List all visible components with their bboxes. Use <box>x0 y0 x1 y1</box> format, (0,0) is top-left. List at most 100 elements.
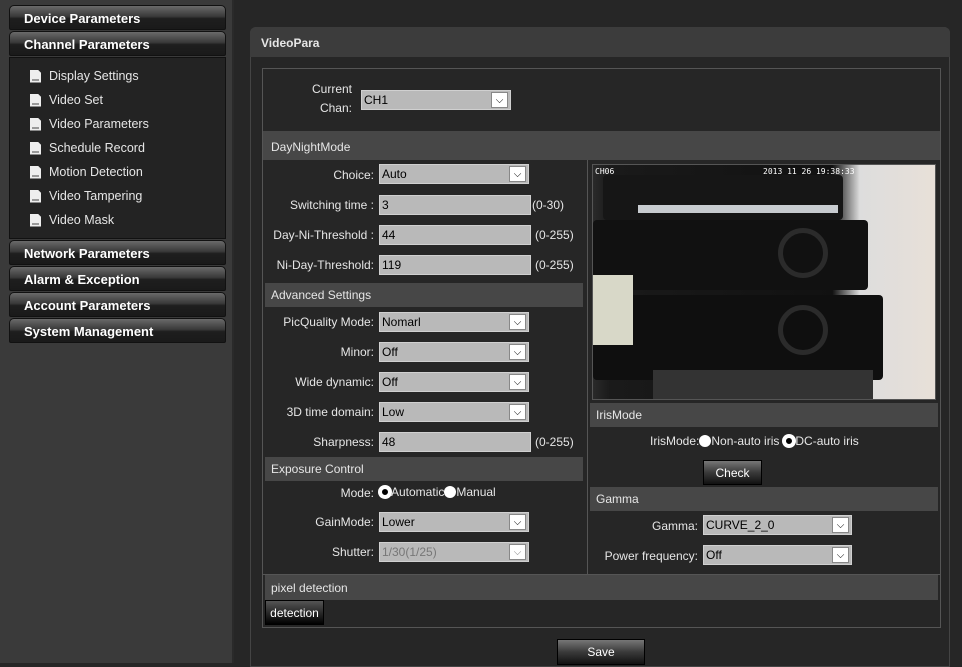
gamma-header: Gamma <box>590 487 938 511</box>
item-label: Video Set <box>49 93 103 107</box>
chevron-down-icon: ⌵ <box>509 314 526 330</box>
nav-account-parameters[interactable]: Account Parameters <box>9 292 226 317</box>
document-icon <box>30 189 41 203</box>
exposure-control-header: Exposure Control <box>265 457 583 481</box>
document-icon <box>30 213 41 227</box>
chevron-down-icon: ⌵ <box>509 166 526 182</box>
radio-label: DC-auto iris <box>795 434 859 448</box>
irismode-row: IrisMode: Non-auto iris DC-auto iris <box>650 434 859 448</box>
choice-label: Choice: <box>333 168 374 182</box>
daynight-header: DayNightMode <box>263 131 940 160</box>
panel-title: VideoPara <box>250 27 950 57</box>
select-value: CH1 <box>364 93 389 107</box>
radio-label: Manual <box>456 485 496 499</box>
day-ni-threshold-label: Day-Ni-Threshold : <box>273 228 374 242</box>
chevron-down-icon: ⌵ <box>832 547 849 563</box>
day-ni-threshold-input[interactable]: 44 <box>379 225 531 245</box>
sidebar-item-video-set[interactable]: Video Set <box>30 90 103 110</box>
nav-system-management[interactable]: System Management <box>9 318 226 343</box>
check-button[interactable]: Check <box>703 460 762 485</box>
nav-device-parameters[interactable]: Device Parameters <box>9 5 226 30</box>
item-label: Video Tampering <box>49 189 143 203</box>
chevron-down-icon: ⌵ <box>509 404 526 420</box>
sidebar-item-motion-detection[interactable]: Motion Detection <box>30 162 143 182</box>
irismode-header: IrisMode <box>590 403 938 427</box>
3d-time-domain-select[interactable]: Low ⌵ <box>379 402 529 422</box>
sharpness-input[interactable]: 48 <box>379 432 531 452</box>
ni-day-threshold-label: Ni-Day-Threshold: <box>276 258 374 272</box>
radio-label: Non-auto iris <box>711 434 780 448</box>
save-button[interactable]: Save <box>557 639 645 665</box>
radio-manual[interactable] <box>444 486 457 498</box>
chevron-down-icon: ⌵ <box>509 344 526 360</box>
gamma-label: Gamma: <box>651 519 698 533</box>
gainmode-select[interactable]: Lower ⌵ <box>379 512 529 532</box>
document-icon <box>30 117 41 131</box>
switching-time-label: Switching time : <box>289 198 374 212</box>
picquality-label: PicQuality Mode: <box>283 315 374 329</box>
item-label: Video Parameters <box>49 117 149 131</box>
chevron-down-icon: ⌵ <box>509 514 526 530</box>
shutter-select: 1/30(1/25) ⌵ <box>379 542 529 562</box>
sidebar-item-schedule-record[interactable]: Schedule Record <box>30 138 145 158</box>
ni-day-threshold-input[interactable]: 119 <box>379 255 531 275</box>
chevron-down-icon: ⌵ <box>509 544 526 560</box>
sidebar-item-display-settings[interactable]: Display Settings <box>30 66 139 86</box>
document-icon <box>30 69 41 83</box>
document-icon <box>30 141 41 155</box>
wide-dynamic-label: Wide dynamic: <box>295 375 374 389</box>
nav-alarm-exception[interactable]: Alarm & Exception <box>9 266 226 291</box>
sharpness-label: Sharpness: <box>313 435 374 449</box>
sidebar-item-video-parameters[interactable]: Video Parameters <box>30 114 149 134</box>
chevron-down-icon: ⌵ <box>509 374 526 390</box>
channel-select[interactable]: CH1 ⌵ <box>361 90 511 110</box>
radio-automatic[interactable] <box>379 486 391 498</box>
radio-dc-auto-iris[interactable] <box>783 435 796 447</box>
3d-time-domain-label: 3D time domain: <box>286 405 374 419</box>
chevron-down-icon: ⌵ <box>832 517 849 533</box>
item-label: Video Mask <box>49 213 115 227</box>
pixel-detection-header: pixel detection <box>265 575 938 600</box>
current-chan-label: Current Chan: <box>311 82 352 115</box>
nav-channel-parameters[interactable]: Channel Parameters <box>9 31 226 56</box>
sidebar-item-video-tampering[interactable]: Video Tampering <box>30 186 142 206</box>
radio-label: Automatic <box>391 485 445 499</box>
detection-button[interactable]: detection <box>265 600 324 625</box>
choice-select[interactable]: Auto ⌵ <box>379 164 529 184</box>
column-divider <box>587 160 588 574</box>
select-value: Lower <box>382 515 415 529</box>
nav-network-parameters[interactable]: Network Parameters <box>9 240 226 265</box>
document-icon <box>30 93 41 107</box>
select-value: 1/30(1/25) <box>382 545 437 559</box>
item-label: Motion Detection <box>49 165 143 179</box>
document-icon <box>30 165 41 179</box>
item-label: Display Settings <box>49 69 139 83</box>
power-frequency-label: Power frequency: <box>604 549 698 563</box>
channel-submenu: Display Settings Video Set Video Paramet… <box>9 57 226 239</box>
sidebar-item-video-mask[interactable]: Video Mask <box>30 210 114 230</box>
mode-radio-group: Automatic Manual <box>379 485 496 499</box>
select-value: Nomarl <box>382 315 421 329</box>
gamma-select[interactable]: CURVE_2_0 ⌵ <box>703 515 852 535</box>
switching-time-input[interactable]: 3 <box>379 195 531 215</box>
picquality-select[interactable]: Nomarl ⌵ <box>379 312 529 332</box>
osd-timestamp: 2013 11 26 19:38:33 <box>763 167 855 176</box>
power-frequency-select[interactable]: Off ⌵ <box>703 545 852 565</box>
radio-non-auto-iris[interactable] <box>699 435 712 447</box>
minor-select[interactable]: Off ⌵ <box>379 342 529 362</box>
select-value: Low <box>382 405 405 419</box>
day-ni-threshold-range: (0-255) <box>535 228 574 242</box>
sharpness-range: (0-255) <box>535 435 574 449</box>
minor-label: Minor: <box>340 345 374 359</box>
advanced-settings-header: Advanced Settings <box>265 283 583 307</box>
select-value: Off <box>706 548 722 562</box>
select-value: Off <box>382 375 398 389</box>
item-label: Schedule Record <box>49 141 145 155</box>
osd-channel: CH06 <box>595 167 615 176</box>
mode-label: Mode: <box>340 486 374 500</box>
wide-dynamic-select[interactable]: Off ⌵ <box>379 372 529 392</box>
irismode-label: IrisMode: <box>650 434 700 448</box>
select-value: Auto <box>382 167 407 181</box>
chevron-down-icon: ⌵ <box>491 92 508 108</box>
video-preview: CH06 2013 11 26 19:38:33 <box>592 164 936 400</box>
